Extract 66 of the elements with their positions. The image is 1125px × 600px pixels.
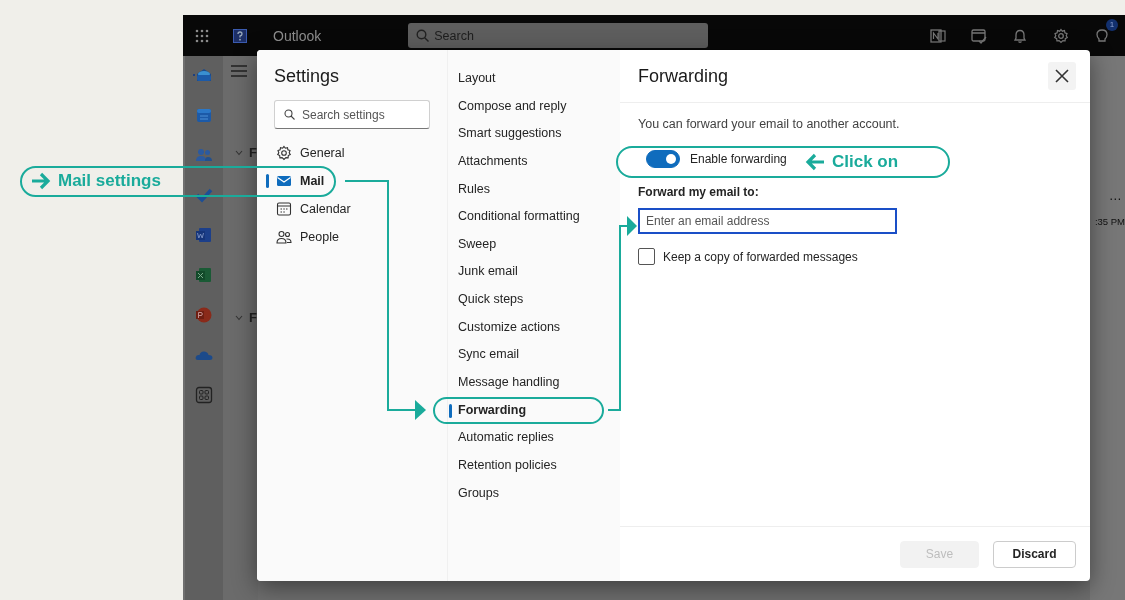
description-text: You can forward your email to another account. (638, 117, 900, 131)
settings-section[interactable]: Groups (449, 479, 620, 508)
more-options[interactable]: ⋯ (1109, 192, 1121, 206)
settings-category[interactable]: Mail (266, 167, 430, 195)
settings-icon[interactable] (1053, 27, 1069, 44)
spreadsheet-icon[interactable] (195, 266, 213, 284)
arrow-icon (30, 171, 52, 191)
settings-section[interactable]: Message handling (449, 369, 620, 397)
settings-section[interactable]: Customize actions (449, 313, 620, 342)
settings-section[interactable]: Smart suggestions (449, 120, 620, 148)
settings-section[interactable]: Automatic replies (449, 424, 620, 452)
calendar-icon (276, 201, 292, 217)
mail-icon[interactable] (195, 66, 213, 84)
chevron-icon (235, 149, 243, 156)
search-placeholder: Search (434, 28, 474, 43)
settings-category[interactable]: Calendar (266, 195, 430, 223)
envelope-icon (276, 173, 292, 189)
app-name: Outlook (273, 27, 322, 44)
search-placeholder: Search settings (302, 107, 385, 122)
apps-icon[interactable] (195, 386, 213, 404)
settings-category[interactable]: General (266, 139, 430, 167)
settings-title: Settings (274, 66, 341, 87)
search-icon (284, 109, 295, 120)
app-launcher-icon[interactable] (195, 28, 209, 43)
notification-badge: 1 (1106, 18, 1118, 31)
settings-section[interactable]: Forwarding (449, 396, 620, 425)
toggle-switch[interactable] (646, 150, 680, 168)
folder-heading: F (249, 145, 257, 160)
checkbox[interactable] (638, 248, 655, 265)
bell-icon[interactable] (1012, 27, 1028, 44)
folder-heading: F (249, 310, 257, 325)
field-label: Forward my email to: (638, 185, 759, 199)
settings-section[interactable]: Rules (449, 175, 620, 204)
settings-section[interactable]: Retention policies (449, 451, 620, 480)
settings-section[interactable]: Junk email (449, 258, 620, 287)
search-field[interactable]: Search settings (274, 100, 430, 129)
people-icon (276, 229, 292, 245)
settings-section[interactable]: Quick steps (449, 286, 620, 314)
notebook-icon[interactable] (930, 27, 946, 44)
close-icon[interactable] (1048, 62, 1076, 90)
checkmark-icon[interactable] (195, 186, 213, 204)
gear-icon (276, 145, 292, 161)
settings-section[interactable]: Compose and reply (449, 92, 620, 121)
task-icon[interactable] (971, 27, 987, 44)
word-icon[interactable] (195, 226, 213, 244)
settings-section[interactable]: Sync email (449, 341, 620, 370)
search-icon (416, 29, 430, 42)
settings-section[interactable]: Sweep (449, 230, 620, 259)
presentation-icon[interactable] (195, 306, 213, 324)
checkbox-label: Keep a copy of forwarded messages (663, 249, 858, 264)
settings-section[interactable]: Conditional formatting (449, 203, 620, 231)
toggle-label: Enable forwarding (690, 152, 787, 166)
email-field[interactable]: Enter an email address (638, 208, 897, 234)
panel-title: Forwarding (638, 65, 729, 87)
settings-section[interactable]: Layout (449, 65, 620, 93)
arrow-icon (804, 152, 826, 172)
chevron-icon (235, 314, 243, 321)
settings-category[interactable]: People (266, 223, 430, 251)
callout-label: Mail settings (58, 171, 161, 191)
lightbulb-icon[interactable] (1094, 27, 1110, 44)
menu-icon[interactable] (231, 65, 247, 77)
callout-label: Click on (832, 152, 899, 172)
message-time: :35 PM (1094, 216, 1125, 227)
help-icon[interactable] (233, 28, 247, 43)
discard-button[interactable]: Discard (993, 540, 1076, 568)
settings-section[interactable]: Attachments (449, 147, 620, 176)
